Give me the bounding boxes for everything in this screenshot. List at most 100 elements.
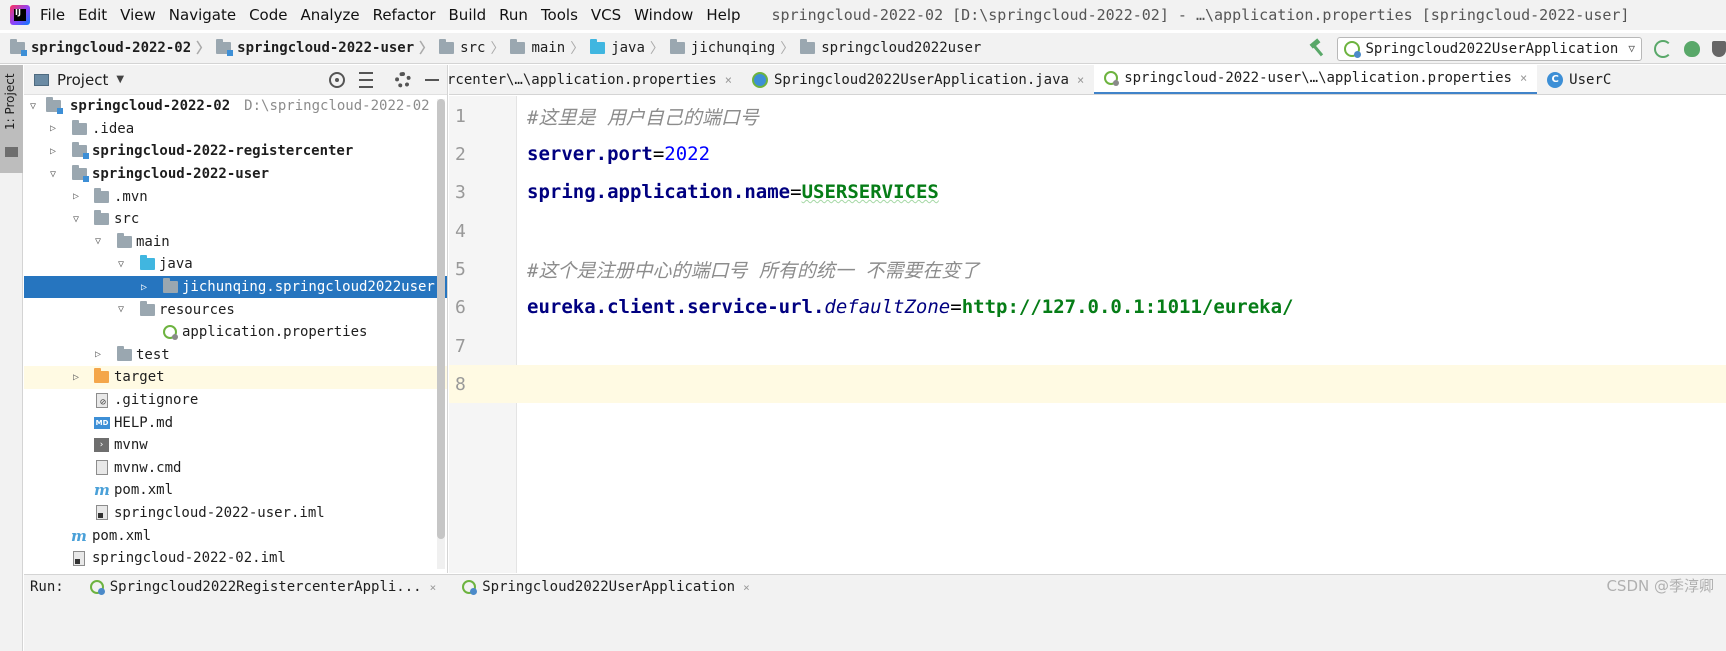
collapsed-arrow-icon[interactable]: ▷ — [48, 146, 58, 157]
menu-help[interactable]: Help — [706, 6, 740, 24]
collapse-all-icon[interactable] — [359, 72, 373, 88]
menu-refactor[interactable]: Refactor — [373, 6, 436, 24]
tree-item-user-module[interactable]: ▽ springcloud-2022-user — [24, 163, 447, 186]
menu-run[interactable]: Run — [499, 6, 528, 24]
close-icon[interactable]: × — [430, 581, 437, 594]
run-tab-registercenter[interactable]: Springcloud2022RegistercenterAppli... × — [89, 579, 437, 595]
code-line[interactable]: 5 #这个是注册中心的端口号 所有的统一 不需要在变了 — [449, 250, 1726, 288]
tree-item-path: D:\springcloud-2022-02 — [244, 98, 430, 115]
package-icon — [163, 278, 178, 294]
tree-item-user-pom[interactable]: m pom.xml — [24, 479, 447, 502]
tree-item-help-md[interactable]: MD HELP.md — [24, 411, 447, 434]
tab-registercenter-properties[interactable]: rcenter\…\application.properties × — [449, 65, 742, 94]
tree-item-label: .gitignore — [114, 392, 199, 409]
code-line-current[interactable]: 8 — [449, 365, 1726, 403]
menu-vcs[interactable]: VCS — [591, 6, 621, 24]
expanded-arrow-icon[interactable]: ▽ — [71, 214, 81, 225]
rerun-icon[interactable] — [1654, 39, 1672, 58]
code-editor[interactable]: 1 #这里是 用户自己的端口号 2 server.port=2022 3 spr… — [449, 96, 1726, 573]
maven-icon: m — [71, 526, 87, 545]
close-icon[interactable]: × — [1077, 73, 1084, 87]
menu-edit[interactable]: Edit — [78, 6, 107, 24]
code-line[interactable]: 6 eureka.client.service-url.defaultZone=… — [449, 288, 1726, 326]
menu-analyze[interactable]: Analyze — [300, 6, 359, 24]
project-tool-window-tab[interactable]: 1: Project — [0, 65, 23, 173]
menu-code[interactable]: Code — [249, 6, 287, 24]
collapsed-arrow-icon[interactable]: ▷ — [71, 372, 81, 383]
collapsed-arrow-icon[interactable]: ▷ — [48, 123, 58, 134]
tree-item-project-root[interactable]: ▽ springcloud-2022-02 D:\springcloud-202… — [24, 95, 447, 118]
code-line[interactable]: 4 — [449, 212, 1726, 250]
close-icon[interactable]: × — [725, 73, 732, 87]
code-line[interactable]: 7 — [449, 327, 1726, 365]
tree-item-root-pom[interactable]: m pom.xml — [24, 524, 447, 547]
tab-user-application-java[interactable]: Springcloud2022UserApplication.java × — [742, 65, 1094, 94]
code-line[interactable]: 1 #这里是 用户自己的端口号 — [449, 97, 1726, 135]
tree-item-user-iml[interactable]: springcloud-2022-user.iml — [24, 502, 447, 525]
java-class-icon: C — [1547, 71, 1564, 88]
tree-item-java[interactable]: ▽ java — [24, 253, 447, 276]
folder-icon — [94, 210, 109, 226]
code-line[interactable]: 3 spring.application.name=USERSERVICES — [449, 173, 1726, 211]
project-panel-title[interactable]: Project — [57, 71, 108, 89]
close-icon[interactable]: × — [1520, 71, 1527, 85]
tree-item-registercenter[interactable]: ▷ springcloud-2022-registercenter — [24, 140, 447, 163]
run-tab-user[interactable]: Springcloud2022UserApplication × — [462, 579, 750, 595]
breadcrumb-main[interactable]: main 〉 — [510, 38, 590, 58]
tab-user-controller[interactable]: C UserC — [1537, 65, 1621, 94]
breadcrumb-package[interactable]: jichunqing 〉 — [669, 38, 800, 58]
tree-item-label: test — [136, 346, 170, 363]
coverage-shield-icon[interactable] — [1712, 40, 1726, 57]
tab-user-properties[interactable]: springcloud-2022-user\…\application.prop… — [1094, 65, 1538, 94]
menu-build[interactable]: Build — [449, 6, 487, 24]
breadcrumb-project[interactable]: springcloud-2022-02 〉 — [10, 38, 216, 58]
chevron-right-icon: 〉 — [649, 41, 664, 57]
menu-window[interactable]: Window — [634, 6, 693, 24]
tree-item-application-properties[interactable]: application.properties — [24, 321, 447, 344]
expanded-arrow-icon[interactable]: ▽ — [28, 101, 38, 112]
gear-icon[interactable] — [395, 72, 411, 88]
expanded-arrow-icon[interactable]: ▽ — [48, 169, 58, 180]
breadcrumb-module[interactable]: springcloud-2022-user 〉 — [216, 38, 439, 58]
tree-item-root-iml[interactable]: springcloud-2022-02.iml — [24, 547, 447, 570]
tree-item-main[interactable]: ▽ main — [24, 231, 447, 254]
tree-item-label: springcloud-2022-user — [92, 166, 270, 183]
menu-file[interactable]: File — [40, 6, 65, 24]
expanded-arrow-icon[interactable]: ▽ — [116, 259, 126, 270]
module-folder-icon — [10, 39, 27, 56]
breadcrumb-src[interactable]: src 〉 — [439, 38, 510, 58]
tree-item-package[interactable]: ▷ jichunqing.springcloud2022user — [24, 275, 447, 299]
tree-item-mvnw-cmd[interactable]: mvnw.cmd — [24, 457, 447, 480]
tree-item-idea[interactable]: ▷ .idea — [24, 118, 447, 141]
project-scrollbar[interactable] — [437, 99, 445, 569]
spring-boot-icon — [89, 580, 105, 595]
tree-item-resources[interactable]: ▽ resources — [24, 298, 447, 321]
menu-navigate[interactable]: Navigate — [169, 6, 236, 24]
project-panel-tools — [329, 65, 441, 95]
tree-item-gitignore[interactable]: .gitignore — [24, 389, 447, 412]
locate-target-icon[interactable] — [329, 72, 345, 88]
breadcrumb-subpackage[interactable]: springcloud2022user — [800, 39, 981, 56]
caret-down-icon[interactable]: ▼ — [116, 74, 124, 85]
tree-item-test[interactable]: ▷ test — [24, 344, 447, 367]
minimize-icon[interactable] — [425, 79, 439, 81]
menu-view[interactable]: View — [120, 6, 156, 24]
tree-item-src[interactable]: ▽ src — [24, 208, 447, 231]
collapsed-arrow-icon[interactable]: ▷ — [139, 282, 149, 293]
collapsed-arrow-icon[interactable]: ▷ — [93, 349, 103, 360]
tree-item-mvn-dir[interactable]: ▷ .mvn — [24, 185, 447, 208]
build-hammer-icon[interactable] — [1307, 39, 1327, 59]
run-configuration-select[interactable]: Springcloud2022UserApplication ▽ — [1336, 36, 1642, 61]
collapsed-arrow-icon[interactable]: ▷ — [71, 191, 81, 202]
menu-tools[interactable]: Tools — [541, 6, 578, 24]
code-line[interactable]: 2 server.port=2022 — [449, 135, 1726, 173]
breadcrumb-java[interactable]: java 〉 — [590, 38, 670, 58]
tree-item-target[interactable]: ▷ target — [24, 366, 447, 389]
expanded-arrow-icon[interactable]: ▽ — [116, 304, 126, 315]
project-scrollbar-thumb[interactable] — [437, 99, 445, 539]
close-icon[interactable]: × — [743, 581, 750, 594]
debug-bug-icon[interactable] — [1684, 40, 1700, 57]
expanded-arrow-icon[interactable]: ▽ — [93, 236, 103, 247]
tree-item-mvnw[interactable]: › mvnw — [24, 434, 447, 457]
run-tool-window: Run: Springcloud2022RegistercenterAppli.… — [24, 574, 1726, 651]
